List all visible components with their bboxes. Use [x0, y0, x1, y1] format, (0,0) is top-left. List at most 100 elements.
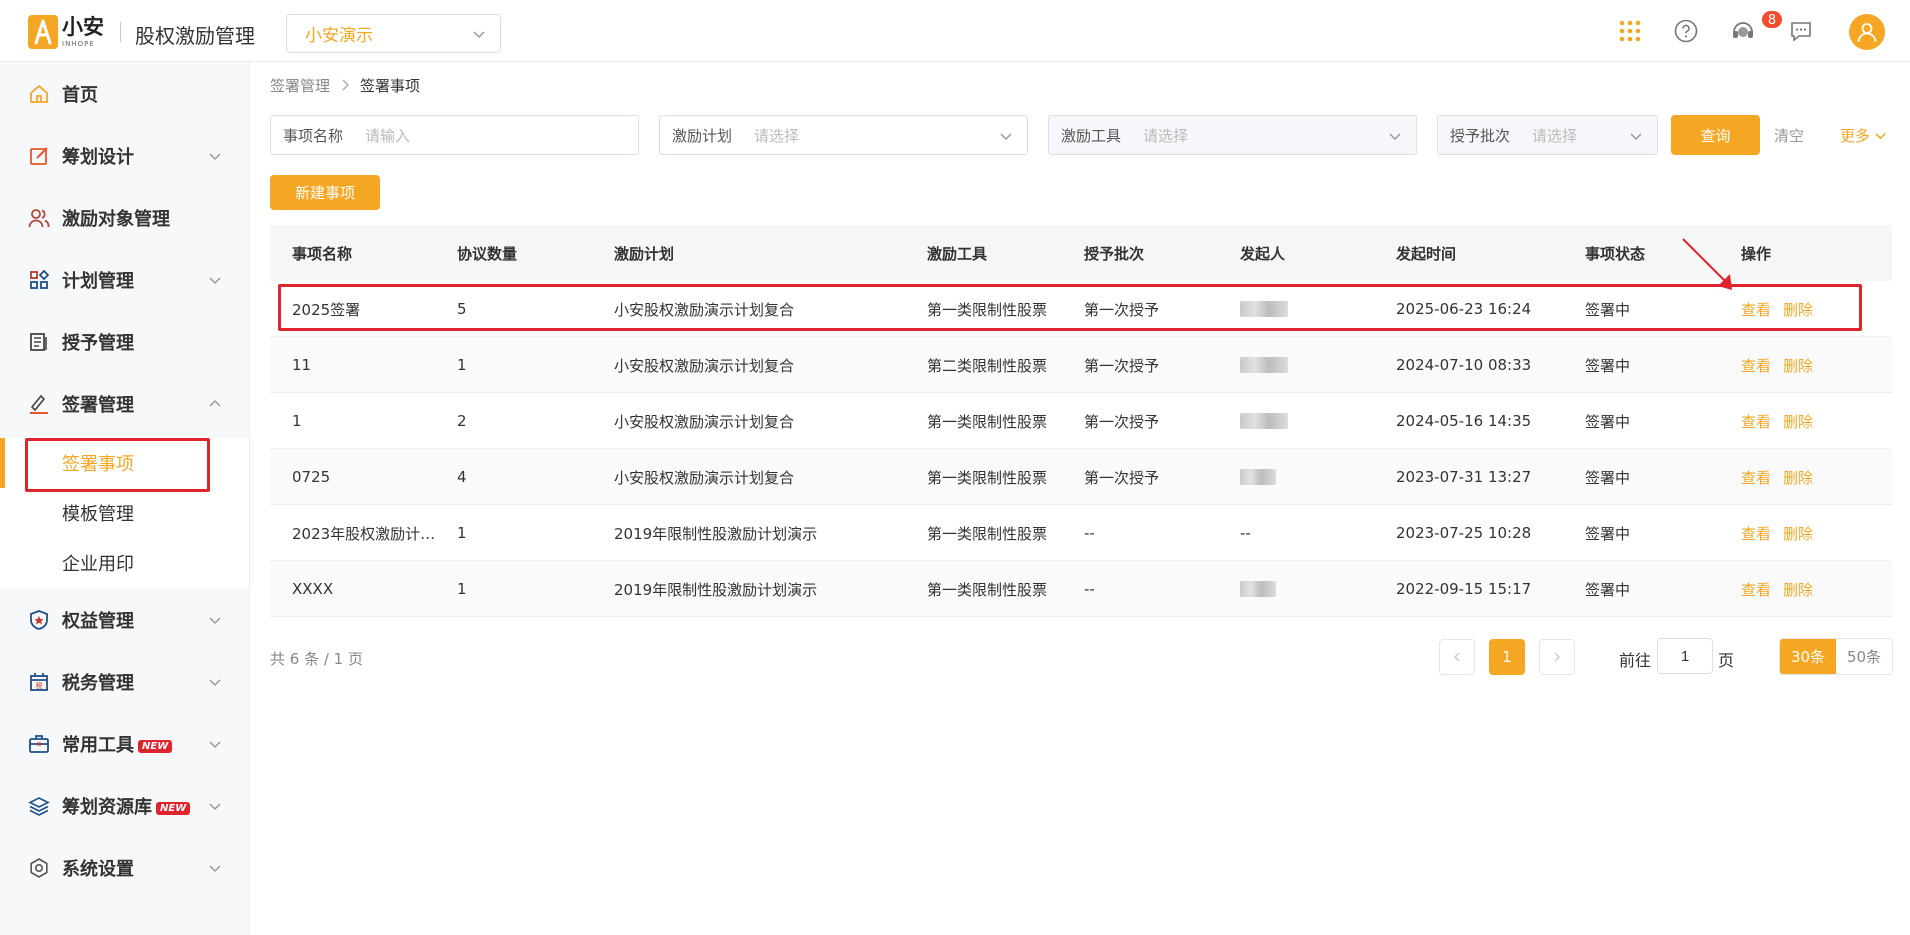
blurred-initiator — [1240, 413, 1288, 429]
filter-placeholder: 请选择 — [1143, 126, 1189, 145]
incentive-tool-cell: 第一类限制性股票 — [927, 412, 1048, 431]
more-filters-button[interactable]: 更多 — [1840, 125, 1887, 146]
annotation-highlight-box — [25, 438, 210, 492]
grid-icon — [28, 269, 50, 291]
more-filters-label: 更多 — [1840, 127, 1871, 145]
sidebar-item-equity-management[interactable]: 权益管理 — [0, 592, 249, 648]
blurred-initiator — [1240, 357, 1288, 373]
sidebar-item-label: 筹划资源库 NEW — [62, 793, 191, 819]
help-icon[interactable] — [1673, 18, 1699, 44]
incentive-tool-cell: 第一类限制性股票 — [927, 580, 1048, 599]
initiator-cell — [1240, 393, 1390, 449]
chevron-down-icon — [1389, 133, 1401, 141]
tax-icon: 税 — [28, 671, 50, 693]
annotation-arrow-icon — [1682, 238, 1732, 290]
sidebar-item-label: 首页 — [62, 85, 98, 106]
sidebar-subitem-company-seal[interactable]: 企业用印 — [0, 538, 249, 588]
company-select[interactable]: 小安演示 — [286, 14, 501, 53]
sidebar-item-label: 系统设置 — [62, 859, 134, 880]
status-cell: 签署中 — [1585, 468, 1631, 487]
column-header: 操作 — [1741, 244, 1772, 263]
sidebar-item-grant-management[interactable]: 授予管理 — [0, 314, 249, 370]
app-title: 股权激励管理 — [135, 24, 255, 48]
sidebar-item-participants[interactable]: 激励对象管理 — [0, 190, 249, 246]
actions-cell: 查看 删除 — [1741, 561, 1891, 617]
sidebar-subitem-template-management[interactable]: 模板管理 — [0, 488, 249, 538]
document-icon — [28, 331, 50, 353]
toolbox-icon — [28, 733, 50, 755]
sidebar-item-label: 计划管理 — [62, 271, 134, 292]
view-button[interactable]: 查看 — [1741, 523, 1771, 544]
logo-mark-icon — [28, 15, 58, 49]
user-icon — [1857, 23, 1877, 43]
breadcrumb-current: 签署事项 — [360, 77, 421, 95]
chevron-right-icon — [1554, 652, 1561, 662]
sidebar-item-home[interactable]: 首页 — [0, 66, 249, 122]
sidebar-item-label: 税务管理 — [62, 673, 134, 694]
page-button-current[interactable]: 1 — [1489, 639, 1525, 675]
next-page-button[interactable] — [1539, 639, 1575, 675]
goto-page-input[interactable] — [1657, 638, 1713, 674]
query-button[interactable]: 查询 — [1671, 115, 1760, 155]
users-icon — [28, 207, 50, 229]
message-icon[interactable] — [1788, 18, 1814, 44]
grant-batch-cell: 第一次授予 — [1084, 356, 1160, 375]
new-item-button[interactable]: 新建事项 — [270, 175, 380, 210]
chevron-down-icon — [473, 31, 485, 39]
breadcrumb-parent[interactable]: 签署管理 — [270, 75, 330, 96]
view-button[interactable]: 查看 — [1741, 355, 1771, 376]
view-button[interactable]: 查看 — [1741, 579, 1771, 600]
clear-button[interactable]: 清空 — [1774, 125, 1804, 146]
delete-button[interactable]: 删除 — [1783, 579, 1813, 600]
initiated-time-cell: 2023-07-31 13:27 — [1396, 468, 1532, 486]
logo[interactable]: 小安 INHOPE — [28, 14, 104, 50]
view-button[interactable]: 查看 — [1741, 467, 1771, 488]
sidebar-item-system-settings[interactable]: 系统设置 — [0, 840, 249, 896]
edit-icon — [28, 145, 50, 167]
chevron-down-icon — [209, 153, 221, 161]
filter-label: 事项名称 — [283, 126, 344, 145]
actions-cell: 查看 删除 — [1741, 337, 1891, 393]
sidebar-item-signing-management[interactable]: 签署管理 — [0, 376, 249, 432]
incentive-plan-cell: 2019年限制性股激励计划演示 — [614, 524, 818, 543]
sidebar-item-resource-library[interactable]: 筹划资源库 NEW — [0, 778, 249, 834]
logo-subtext: INHOPE — [62, 39, 95, 48]
page-size-50[interactable]: 50条 — [1836, 639, 1892, 674]
chevron-down-icon — [209, 617, 221, 625]
delete-button[interactable]: 删除 — [1783, 355, 1813, 376]
chevron-down-icon — [1000, 133, 1012, 141]
column-header: 激励工具 — [927, 244, 988, 263]
new-badge: NEW — [138, 739, 173, 753]
status-cell: 签署中 — [1585, 580, 1631, 599]
customer-service-icon[interactable] — [1730, 18, 1756, 44]
sidebar-item-tax-management[interactable]: 税 税务管理 — [0, 654, 249, 710]
initiated-time-cell: 2024-07-10 08:33 — [1396, 356, 1532, 374]
breadcrumb: 签署管理 签署事项 — [270, 75, 420, 96]
sidebar-item-label: 筹划设计 — [62, 147, 134, 168]
apps-grid-icon[interactable] — [1617, 18, 1643, 44]
delete-button[interactable]: 删除 — [1783, 411, 1813, 432]
filter-item-name[interactable]: 事项名称 请输入 — [270, 115, 639, 155]
table-header: 事项名称 协议数量 激励计划 激励工具 授予批次 发起人 发起时间 事项状态 操作 — [270, 225, 1892, 281]
goto-suffix: 页 — [1718, 651, 1735, 670]
item-name-cell: 11 — [292, 356, 312, 374]
filter-incentive-plan[interactable]: 激励计划 请选择 — [659, 115, 1028, 155]
chevron-down-icon — [1630, 133, 1642, 141]
sidebar-item-plan-management[interactable]: 计划管理 — [0, 252, 249, 308]
filter-incentive-tool[interactable]: 激励工具 请选择 — [1048, 115, 1417, 155]
delete-button[interactable]: 删除 — [1783, 467, 1813, 488]
filter-grant-batch[interactable]: 授予批次 请选择 — [1437, 115, 1658, 155]
table-row: 11 1 小安股权激励演示计划复合 第二类限制性股票 第一次授予 2024-07-10 0… — [270, 337, 1892, 393]
view-button[interactable]: 查看 — [1741, 411, 1771, 432]
page-size-30[interactable]: 30条 — [1780, 639, 1836, 674]
company-select-value: 小安演示 — [305, 26, 373, 46]
avatar[interactable] — [1849, 14, 1885, 50]
sidebar-item-common-tools[interactable]: 常用工具 NEW — [0, 716, 249, 772]
sidebar-item-planning-design[interactable]: 筹划设计 — [0, 128, 249, 184]
badge-icon — [28, 609, 50, 631]
filter-item-name-input[interactable]: 请输入 — [365, 125, 410, 146]
actions-cell: 查看 删除 — [1741, 505, 1891, 561]
pagination-total: 共 6 条 / 1 页 — [270, 650, 363, 668]
delete-button[interactable]: 删除 — [1783, 523, 1813, 544]
prev-page-button[interactable] — [1439, 639, 1475, 675]
